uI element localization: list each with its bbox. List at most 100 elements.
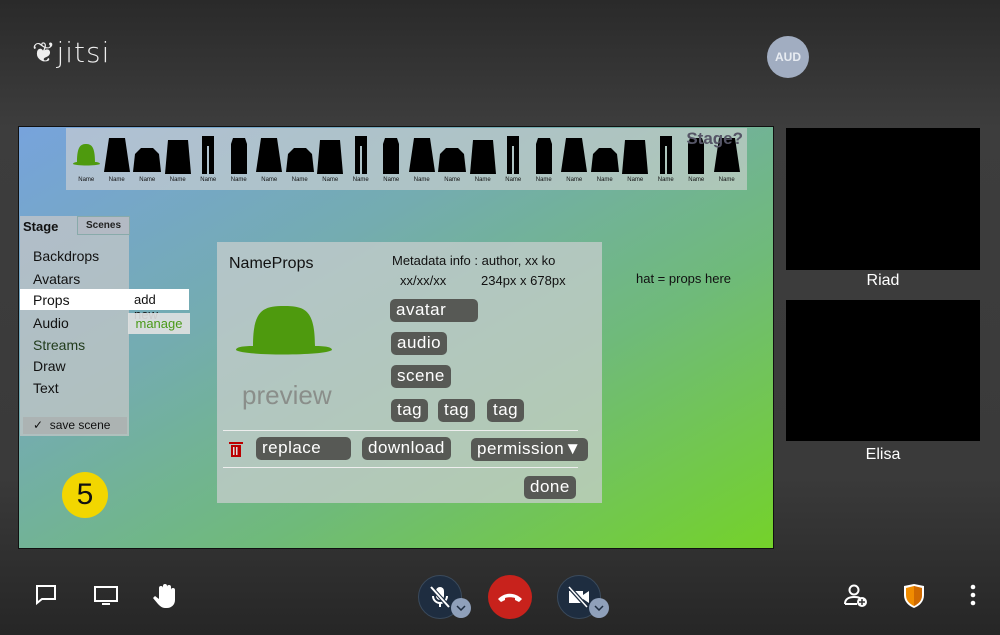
invite-icon[interactable] bbox=[843, 583, 869, 609]
wardrobe-item-label: Name bbox=[413, 177, 430, 183]
menu-item-text[interactable]: Text bbox=[33, 380, 59, 396]
wardrobe-item-label: Name bbox=[383, 177, 400, 183]
wardrobe-item-label: Name bbox=[108, 177, 125, 183]
avatar-button[interactable]: avatar bbox=[390, 299, 478, 322]
wardrobe-item-label: Name bbox=[627, 177, 644, 183]
menu-item-streams[interactable]: Streams bbox=[33, 337, 85, 353]
wardrobe-item[interactable]: Name bbox=[590, 134, 620, 190]
chat-icon[interactable] bbox=[34, 583, 58, 607]
hat-preview-icon bbox=[236, 306, 332, 355]
tag-button[interactable]: tag bbox=[391, 399, 429, 422]
wardrobe-item[interactable]: Name bbox=[499, 134, 528, 190]
wardrobe-item-label: Name bbox=[291, 177, 308, 183]
wardrobe-item[interactable]: Name bbox=[194, 134, 223, 190]
tab-scenes[interactable]: Scenes bbox=[77, 216, 130, 235]
trash-icon[interactable] bbox=[229, 441, 243, 457]
screenshare-icon[interactable] bbox=[93, 583, 119, 607]
security-shield-icon[interactable] bbox=[902, 583, 926, 609]
wardrobe-item[interactable]: Name bbox=[469, 134, 498, 190]
metadata-size: 234px x 678px bbox=[481, 273, 566, 288]
clothing-icon bbox=[202, 136, 215, 174]
step-badge: 5 bbox=[62, 472, 108, 518]
preview-label: preview bbox=[242, 380, 332, 410]
wardrobe-item[interactable]: Name bbox=[377, 134, 406, 190]
camera-options-chevron-icon[interactable] bbox=[589, 598, 609, 618]
wardrobe-item-label: Name bbox=[444, 177, 461, 183]
metadata-info: Metadata info : author, xx ko bbox=[392, 253, 556, 268]
participant-name: Riad bbox=[866, 272, 900, 289]
wardrobe-item[interactable]: Name bbox=[255, 134, 284, 190]
clothing-icon bbox=[317, 140, 344, 174]
participant-name: Elisa bbox=[865, 446, 901, 463]
wardrobe-item[interactable]: Name bbox=[347, 134, 376, 190]
wardrobe-item[interactable]: Name bbox=[72, 134, 101, 190]
download-button[interactable]: download bbox=[362, 437, 451, 460]
mic-options-chevron-icon[interactable] bbox=[451, 598, 471, 618]
wardrobe-item[interactable]: Name bbox=[652, 134, 681, 190]
tab-stage[interactable]: Stage bbox=[23, 219, 58, 234]
wardrobe-item[interactable]: Name bbox=[225, 134, 254, 190]
clothing-icon bbox=[354, 136, 367, 174]
menu-item-backdrops[interactable]: Backdrops bbox=[33, 248, 99, 264]
done-button[interactable]: done bbox=[524, 476, 576, 499]
wardrobe-item[interactable]: Name bbox=[285, 134, 315, 190]
wardrobe-item[interactable]: Name bbox=[103, 134, 132, 190]
clothing-icon bbox=[622, 140, 649, 174]
stage-logo: Stage? bbox=[686, 129, 743, 148]
clothing-icon bbox=[590, 148, 619, 172]
wardrobe-item[interactable]: Name bbox=[621, 134, 650, 190]
manage-props[interactable]: manage bbox=[128, 313, 190, 334]
clothing-icon bbox=[230, 138, 247, 174]
clothing-icon bbox=[507, 136, 520, 174]
wardrobe-item[interactable]: Name bbox=[133, 134, 162, 190]
wardrobe-item[interactable]: Name bbox=[408, 134, 437, 190]
avatar[interactable]: AUD bbox=[767, 36, 809, 78]
menu-item-props[interactable]: Props bbox=[33, 292, 70, 308]
clothing-icon bbox=[535, 138, 552, 174]
menu-item-draw[interactable]: Draw bbox=[33, 358, 66, 374]
wardrobe-item[interactable]: Name bbox=[438, 134, 467, 190]
save-scene-button[interactable]: ✓ save scene bbox=[23, 417, 127, 434]
hangup-button[interactable] bbox=[488, 575, 532, 619]
menu-item-audio[interactable]: Audio bbox=[33, 315, 69, 331]
hat-icon bbox=[73, 144, 101, 166]
wardrobe-item[interactable]: Name bbox=[560, 134, 589, 190]
camera-off-icon bbox=[567, 586, 589, 608]
clothing-icon bbox=[285, 148, 314, 172]
more-icon[interactable] bbox=[969, 583, 977, 607]
divider bbox=[223, 467, 578, 468]
clothing-icon bbox=[256, 138, 283, 172]
scene-button[interactable]: scene bbox=[391, 365, 451, 388]
wardrobe-item-label: Name bbox=[200, 177, 217, 183]
wardrobe-item[interactable]: Name bbox=[316, 134, 345, 190]
wardrobe-item-label: Name bbox=[657, 177, 674, 183]
prop-name: NameProps bbox=[229, 255, 314, 272]
wardrobe-item[interactable]: Name bbox=[164, 134, 193, 190]
participant-tile-riad[interactable] bbox=[786, 128, 980, 270]
clothing-icon bbox=[469, 140, 496, 174]
hint-text: hat = props here bbox=[636, 271, 732, 286]
wardrobe-item-label: Name bbox=[352, 177, 369, 183]
tag-button[interactable]: tag bbox=[438, 399, 476, 422]
wardrobe-item[interactable]: Name bbox=[530, 134, 559, 190]
participant-tile-elisa[interactable] bbox=[786, 300, 980, 441]
audio-button[interactable]: audio bbox=[391, 332, 448, 355]
wardrobe-item-label: Name bbox=[596, 177, 613, 183]
wardrobe-item-label: Name bbox=[78, 177, 95, 183]
replace-button[interactable]: replace bbox=[256, 437, 351, 460]
clothing-icon bbox=[408, 138, 435, 172]
wardrobe-item-label: Name bbox=[505, 177, 522, 183]
hangup-icon bbox=[498, 593, 522, 602]
divider bbox=[223, 430, 578, 431]
stage-view: Name Name Name Name Name Name Name Name Name Name… bbox=[18, 126, 774, 549]
tag-button[interactable]: tag bbox=[487, 399, 525, 422]
clothing-icon bbox=[383, 138, 400, 174]
prop-dialog: NameProps Metadata info : author, xx ko … bbox=[217, 242, 602, 503]
jitsi-logo: ❦jitsi bbox=[32, 36, 111, 69]
clothing-icon bbox=[659, 136, 672, 174]
wardrobe-item-label: Name bbox=[566, 177, 583, 183]
raise-hand-icon[interactable] bbox=[153, 582, 179, 610]
menu-item-avatars[interactable]: Avatars bbox=[33, 271, 80, 287]
permission-dropdown[interactable]: permission▼ bbox=[471, 438, 588, 461]
stage-menu: Stage Scenes Backdrops Avatars Props Aud… bbox=[20, 216, 190, 436]
